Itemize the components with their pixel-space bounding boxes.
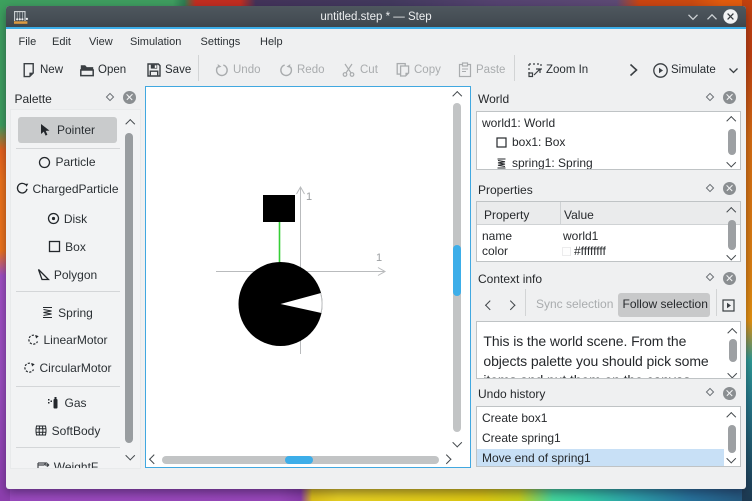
svg-text:1: 1 bbox=[306, 191, 312, 203]
svg-text:1: 1 bbox=[376, 252, 382, 264]
